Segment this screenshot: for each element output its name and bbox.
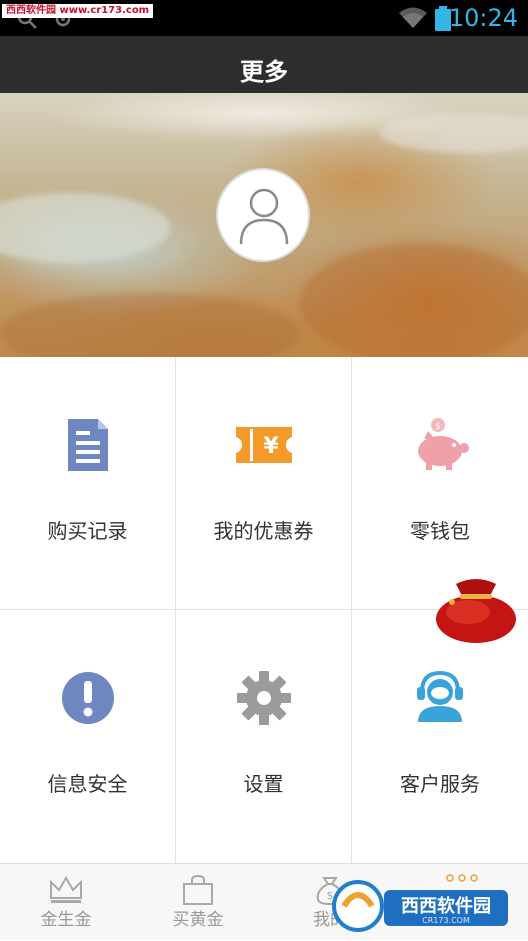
- avatar[interactable]: [216, 168, 310, 262]
- shopping-bag-icon: [183, 874, 213, 905]
- title-bar: 更多: [0, 36, 528, 93]
- crown-icon: [50, 876, 82, 903]
- menu-item-my-coupons[interactable]: ¥ 我的优惠券: [176, 357, 352, 610]
- piggy-bank-icon: $: [418, 418, 469, 470]
- watermark-logo-text: 西西软件园: [401, 895, 491, 917]
- nav-item-label: 金生金: [40, 910, 92, 930]
- menu-item-customer-service[interactable]: 客户服务: [352, 610, 528, 863]
- watermark-text: 西西软件园 www.cr173.com: [2, 4, 154, 18]
- menu-item-wallet[interactable]: $ 零钱包: [352, 357, 528, 610]
- document-icon: [68, 419, 108, 471]
- gear-icon: [237, 671, 291, 725]
- svg-text:¥: ¥: [263, 434, 279, 459]
- watermark-logo: 西西软件园 CR173.COM: [332, 880, 508, 932]
- svg-text:$: $: [435, 422, 441, 432]
- menu-item-info-security[interactable]: 信息安全: [0, 610, 176, 863]
- alert-icon: [62, 672, 114, 724]
- watermark-logo-subtext: CR173.COM: [422, 916, 470, 925]
- wifi-icon: [399, 7, 427, 28]
- menu-item-label: 我的优惠券: [213, 519, 314, 543]
- menu-item-label: 购买记录: [47, 519, 128, 543]
- menu-item-label: 设置: [243, 772, 284, 796]
- menu-item-label: 信息安全: [47, 772, 128, 796]
- nav-item-jin-sheng-jin[interactable]: 金生金: [0, 864, 132, 941]
- menu-item-label: 零钱包: [410, 519, 470, 543]
- nav-item-buy-gold[interactable]: 买黄金: [132, 864, 264, 941]
- status-bar: 西西软件园 www.cr173.com 10:24: [0, 0, 528, 36]
- clock: 10:24: [448, 4, 518, 32]
- headset-icon: [417, 670, 463, 722]
- user-icon: [239, 188, 289, 245]
- page-title: 更多: [240, 58, 288, 86]
- menu-item-label: 客户服务: [400, 772, 480, 796]
- red-envelope-bag-icon[interactable]: [434, 574, 518, 644]
- coupon-icon: ¥: [236, 427, 292, 463]
- nav-item-label: 买黄金: [172, 910, 224, 930]
- menu-item-settings[interactable]: 设置: [176, 610, 352, 863]
- menu-item-purchase-records[interactable]: 购买记录: [0, 357, 176, 610]
